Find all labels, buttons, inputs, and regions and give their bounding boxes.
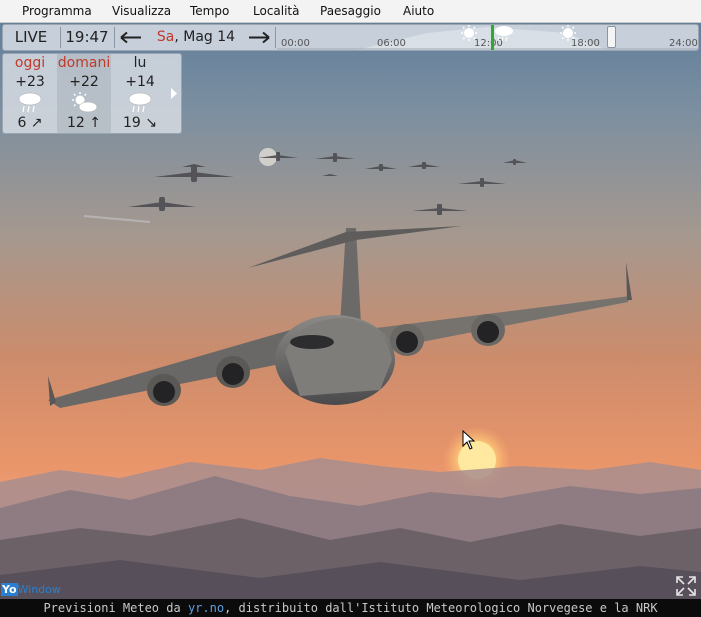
separator [275, 27, 276, 48]
arrow-left-icon[interactable] [117, 25, 145, 50]
logo-yo: Yo [1, 583, 18, 596]
arrow-right-icon[interactable] [245, 25, 273, 50]
menu-visualizza[interactable]: Visualizza [112, 4, 171, 18]
forecast-next-icon[interactable] [167, 54, 181, 133]
forecast-wind: 12 ↑ [67, 115, 101, 131]
menu-localita[interactable]: Località [253, 4, 300, 18]
forecast-temp: +14 [125, 74, 155, 90]
forecast-day-label: domani [57, 55, 111, 71]
attribution-pre: Previsioni Meteo da [43, 601, 188, 615]
forecast-temp: +23 [15, 74, 45, 90]
tick-label: 24:00 [669, 38, 698, 49]
menu-paesaggio[interactable]: Paesaggio [320, 4, 381, 18]
menu-tempo[interactable]: Tempo [190, 4, 229, 18]
current-time[interactable]: 19:47 [61, 25, 113, 50]
rain-cloud-icon [128, 92, 152, 113]
forecast-day-domani[interactable]: domani +22 12 ↑ [57, 54, 111, 133]
forecast-day-label: lu [133, 55, 147, 71]
date-day: Sa [156, 29, 175, 45]
logo-window: Window [17, 583, 61, 596]
forecast-day-label: oggi [14, 55, 46, 71]
menu-bar: Programma Visualizza Tempo Località Paes… [0, 0, 701, 23]
yr-link[interactable]: yr.no [188, 601, 224, 615]
sun-cloud-icon [72, 92, 98, 113]
date-display: Sa, Mag 14 [153, 25, 239, 50]
engine-right-outer [471, 314, 505, 346]
fullscreen-icon[interactable] [675, 575, 697, 597]
date-rest: , Mag 14 [174, 29, 236, 45]
rain-cloud-icon [18, 92, 42, 113]
forecast-panel: oggi +23 6 ↗ domani +22 12 ↑ lu +14 19 ↘ [2, 53, 182, 134]
forecast-day-lu[interactable]: lu +14 19 ↘ [113, 54, 167, 133]
attribution-post: , distribuito dall'Istituto Meteorologic… [224, 601, 658, 615]
engine-left-inner [216, 356, 250, 388]
rain-cloud-icon [495, 26, 513, 42]
timeline-track[interactable]: 00:00 06:00 12:00 18:00 24:00 [277, 25, 698, 50]
time-bar: LIVE 19:47 Sa, Mag 14 00:00 06:00 12:00 … [2, 24, 699, 51]
timeline-scroll-handle[interactable] [607, 26, 616, 48]
attribution-bar: Previsioni Meteo da yr.no, distribuito d… [0, 599, 701, 617]
sun-icon [461, 25, 477, 41]
forecast-day-oggi[interactable]: oggi +23 6 ↗ [3, 54, 57, 133]
yowindow-logo[interactable]: YoWindow [1, 583, 61, 596]
forecast-wind: 19 ↘ [123, 115, 157, 131]
forecast-wind: 6 ↗ [17, 115, 43, 131]
menu-aiuto[interactable]: Aiuto [403, 4, 434, 18]
forecast-temp: +22 [69, 74, 99, 90]
separator [114, 27, 115, 48]
engine-right-inner [390, 324, 424, 356]
mouse-cursor-icon [462, 430, 476, 450]
engine-left-outer [147, 374, 181, 406]
tick-label: 06:00 [377, 38, 406, 49]
live-button[interactable]: LIVE [3, 25, 59, 50]
menu-programma[interactable]: Programma [22, 4, 92, 18]
tick-label: 00:00 [281, 38, 310, 49]
sun-icon [560, 25, 576, 41]
